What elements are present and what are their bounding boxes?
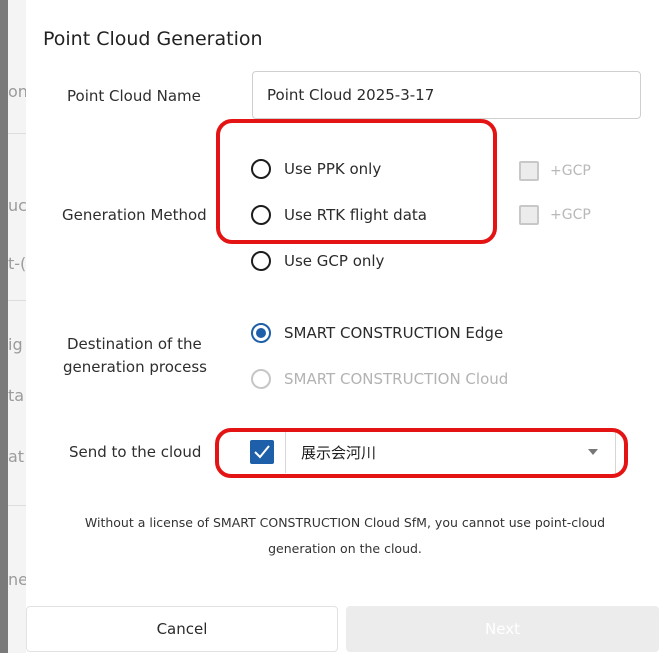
radio-button[interactable] xyxy=(251,251,271,271)
gcp-label: +GCP xyxy=(550,163,591,179)
cancel-button[interactable]: Cancel xyxy=(26,606,338,652)
point-cloud-dialog: Point Cloud Generation Point Cloud Name … xyxy=(26,8,664,653)
background-text: on xyxy=(8,82,26,101)
point-cloud-name-label: Point Cloud Name xyxy=(67,87,201,105)
radio-button[interactable] xyxy=(251,205,271,225)
background-text: ta xyxy=(8,386,25,405)
method-gcp-option[interactable]: Use GCP only xyxy=(251,251,384,271)
background-window-edge xyxy=(0,0,8,653)
method-rtk-option[interactable]: Use RTK flight data xyxy=(251,205,427,225)
background-text: uc xyxy=(8,196,26,215)
destination-label-line2: generation process xyxy=(63,358,207,376)
destination-edge-label: SMART CONSTRUCTION Edge xyxy=(284,324,504,342)
license-notice: Without a license of SMART CONSTRUCTION … xyxy=(46,510,644,562)
checkmark-icon xyxy=(254,445,270,459)
send-to-cloud-checkbox[interactable] xyxy=(250,440,274,464)
chevron-down-icon[interactable] xyxy=(588,449,598,455)
background-text: ig xyxy=(8,335,23,354)
background-text: t-( xyxy=(8,254,26,273)
gcp-label: +GCP xyxy=(550,207,591,223)
generation-method-label: Generation Method xyxy=(62,206,207,224)
point-cloud-name-input[interactable] xyxy=(252,71,641,119)
method-rtk-label: Use RTK flight data xyxy=(284,206,427,224)
background-divider xyxy=(8,300,26,301)
rtk-gcp-checkbox[interactable]: +GCP xyxy=(519,205,591,225)
site-select[interactable]: 展示会河川 xyxy=(285,432,616,473)
license-notice-line1: Without a license of SMART CONSTRUCTION … xyxy=(84,515,606,530)
checkbox-icon xyxy=(519,161,539,181)
destination-cloud-option: SMART CONSTRUCTION Cloud xyxy=(251,369,508,389)
background-text: at xyxy=(8,447,25,466)
method-ppk-label: Use PPK only xyxy=(284,160,382,178)
method-gcp-label: Use GCP only xyxy=(284,252,385,270)
dialog-title: Point Cloud Generation xyxy=(43,28,263,50)
radio-button-disabled xyxy=(251,369,271,389)
radio-button-selected[interactable] xyxy=(251,323,271,343)
background-divider xyxy=(8,505,26,506)
method-ppk-option[interactable]: Use PPK only xyxy=(251,159,381,179)
license-notice-line2: generation on the cloud. xyxy=(268,541,422,556)
destination-cloud-label: SMART CONSTRUCTION Cloud xyxy=(284,370,509,388)
background-window: on uc t-( ig ta at ne xyxy=(0,0,26,653)
radio-button[interactable] xyxy=(251,159,271,179)
send-to-cloud-label: Send to the cloud xyxy=(69,443,202,461)
destination-label-line1: Destination of the xyxy=(67,335,202,353)
next-button[interactable]: Next xyxy=(346,606,659,652)
ppk-gcp-checkbox[interactable]: +GCP xyxy=(519,161,591,181)
checkbox-icon xyxy=(519,205,539,225)
background-divider xyxy=(8,133,26,134)
destination-edge-option[interactable]: SMART CONSTRUCTION Edge xyxy=(251,323,503,343)
background-text: ne xyxy=(8,570,26,589)
site-select-value: 展示会河川 xyxy=(301,444,377,462)
